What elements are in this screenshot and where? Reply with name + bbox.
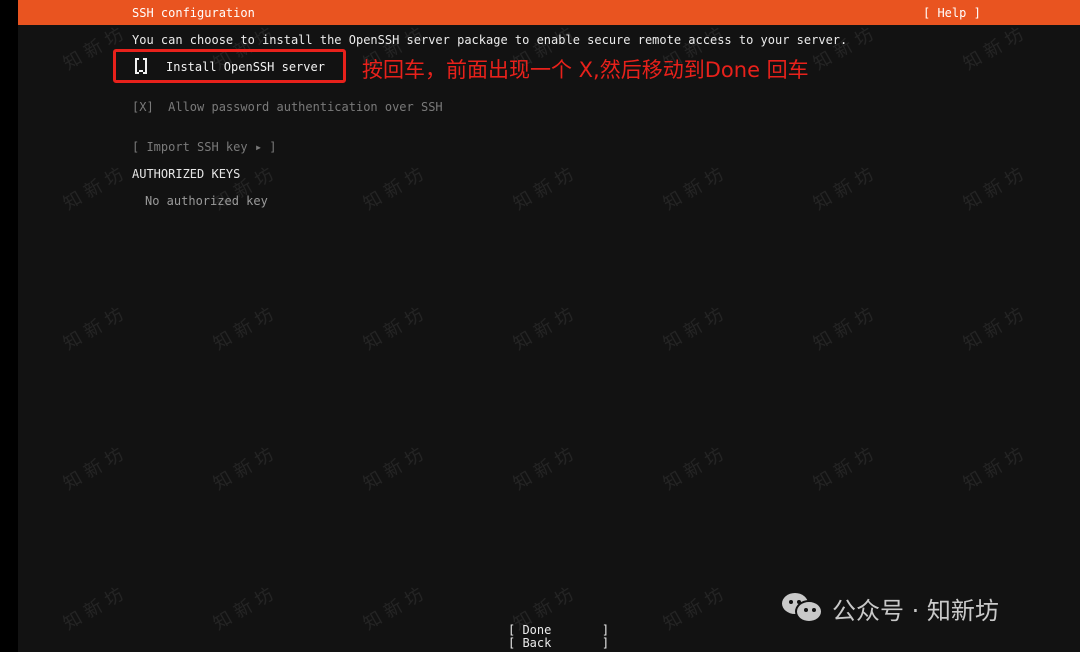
allow-password-option[interactable]: [X] Allow password authentication over S… — [132, 100, 443, 114]
left-edge-strip — [0, 0, 18, 652]
annotation-text: 按回车，前面出现一个 X,然后移动到Done 回车 — [362, 58, 809, 82]
no-authorized-key-text: No authorized key — [145, 194, 268, 208]
intro-text: You can choose to install the OpenSSH se… — [132, 33, 848, 47]
help-button[interactable]: [ Help ] — [923, 6, 981, 20]
done-button[interactable]: [ Done ] — [508, 623, 609, 637]
back-button[interactable]: [ Back ] — [508, 636, 609, 650]
wechat-badge: 公众号 · 知新坊 — [782, 590, 999, 626]
annotation-highlight-box — [113, 49, 346, 83]
wechat-icon — [782, 591, 824, 625]
authorized-keys-heading: AUTHORIZED KEYS — [132, 167, 241, 181]
import-ssh-key-button[interactable]: [ Import SSH key ▸ ] — [132, 140, 277, 154]
page-title: SSH configuration — [132, 6, 255, 20]
installer-terminal — [18, 0, 1080, 652]
wechat-badge-text: 公众号 · 知新坊 — [832, 596, 999, 625]
